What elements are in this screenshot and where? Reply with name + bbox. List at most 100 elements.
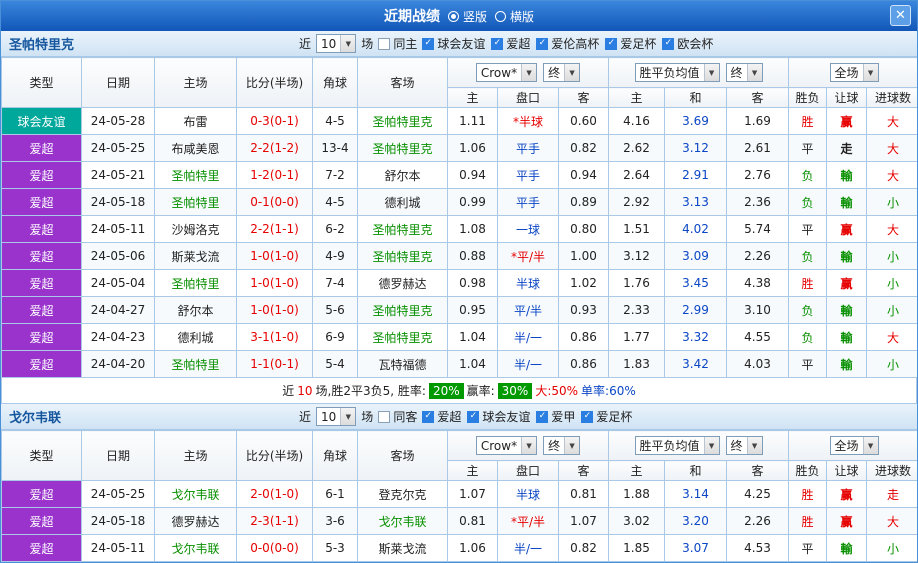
corner-cell: 4-5	[313, 189, 358, 216]
checkbox-icon[interactable]: ✓	[581, 411, 593, 423]
col-home: 主场	[155, 431, 237, 481]
league-type-cell: 爱超	[2, 297, 82, 324]
europe-away-odds: 2.26	[727, 508, 789, 535]
summary-segment: 30%	[498, 383, 533, 399]
same-venue-filter[interactable]: 同客	[378, 408, 417, 425]
home-team-cell: 斯莱戈流	[155, 243, 237, 270]
match-count-select[interactable]: 10 ▼	[316, 34, 356, 53]
league-type-cell: 爱超	[2, 243, 82, 270]
home-team-cell: 布咸美恩	[155, 135, 237, 162]
asia-odds-group: Crow* ▼ 终 ▼	[448, 431, 609, 461]
checkbox-icon[interactable]: ✓	[605, 38, 617, 50]
league-filter[interactable]: ✓爱伦高杯	[536, 35, 599, 52]
result-goals: 大	[867, 108, 918, 135]
summary-segment: 10	[297, 384, 312, 398]
asia-handicap: 半/一	[498, 535, 559, 562]
result-wdl: 平	[789, 135, 827, 162]
league-filter[interactable]: ✓爱足杯	[605, 35, 656, 52]
scope-select[interactable]: 全场 ▼	[830, 436, 879, 455]
avg-stage-select[interactable]: 终 ▼	[726, 436, 763, 455]
chevron-down-icon: ▼	[340, 35, 355, 52]
europe-away-odds: 3.10	[727, 297, 789, 324]
checkbox-icon[interactable]: ✓	[536, 38, 548, 50]
league-type-cell: 爱超	[2, 481, 82, 508]
league-filter[interactable]: ✓欧会杯	[662, 35, 713, 52]
score-cell: 2-0(1-0)	[237, 481, 313, 508]
asia-handicap: 一球	[498, 216, 559, 243]
col-asia-hcp: 盘口	[498, 88, 559, 108]
same-venue-filter[interactable]: 同主	[378, 35, 417, 52]
result-wdl: 平	[789, 351, 827, 378]
title-bar-center: 近期战绩 竖版 横版	[1, 6, 917, 26]
col-eu-away: 客	[727, 88, 789, 108]
result-wdl: 负	[789, 162, 827, 189]
layout-horizontal-radio[interactable]: 横版	[495, 8, 534, 25]
radio-unselected-icon[interactable]	[495, 11, 506, 22]
odds-stage-select[interactable]: 终 ▼	[543, 63, 580, 82]
asia-away-odds: 0.82	[559, 135, 609, 162]
date-cell: 24-05-25	[82, 135, 155, 162]
title-bar: 近期战绩 竖版 横版 ✕	[1, 1, 917, 31]
col-asia-away: 客	[559, 88, 609, 108]
odds-source-select[interactable]: Crow* ▼	[476, 63, 537, 82]
chevron-down-icon: ▼	[747, 437, 762, 454]
checkbox-icon[interactable]	[378, 38, 390, 50]
checkbox-icon[interactable]: ✓	[536, 411, 548, 423]
games-label: 场	[361, 35, 373, 52]
league-type-cell: 爱超	[2, 508, 82, 535]
home-team-cell: 德罗赫达	[155, 508, 237, 535]
result-goals: 大	[867, 508, 918, 535]
league-filter[interactable]: ✓爱超	[491, 35, 530, 52]
result-goals: 小	[867, 535, 918, 562]
asia-away-odds: 0.80	[559, 216, 609, 243]
scope-select[interactable]: 全场 ▼	[830, 63, 879, 82]
layout-vertical-radio[interactable]: 竖版	[448, 8, 487, 25]
europe-draw-odds: 2.99	[665, 297, 727, 324]
result-handicap: 走	[827, 135, 867, 162]
score-cell: 1-0(1-0)	[237, 270, 313, 297]
radio-selected-icon[interactable]	[448, 11, 459, 22]
avg-odds-select[interactable]: 胜平负均值 ▼	[635, 436, 720, 455]
team-name: 戈尔韦联	[9, 407, 299, 426]
result-goals: 大	[867, 135, 918, 162]
odds-stage-select[interactable]: 终 ▼	[543, 436, 580, 455]
avg-odds-select[interactable]: 胜平负均值 ▼	[635, 63, 720, 82]
odds-source-select[interactable]: Crow* ▼	[476, 436, 537, 455]
europe-draw-odds: 3.69	[665, 108, 727, 135]
table-row: 爱超24-05-11戈尔韦联0-0(0-0)5-3斯莱戈流1.06半/一0.82…	[2, 535, 918, 562]
corner-cell: 5-6	[313, 297, 358, 324]
table-row: 爱超24-05-18德罗赫达2-3(1-1)3-6戈尔韦联0.81*平/半1.0…	[2, 508, 918, 535]
league-filter[interactable]: ✓爱甲	[536, 408, 575, 425]
page-title: 近期战绩	[384, 6, 440, 26]
checkbox-icon[interactable]: ✓	[467, 411, 479, 423]
league-filter[interactable]: ✓球会友谊	[467, 408, 530, 425]
checkbox-icon[interactable]: ✓	[422, 38, 434, 50]
match-count-select[interactable]: 10 ▼	[316, 407, 356, 426]
home-team-cell: 圣帕特里	[155, 270, 237, 297]
filter-bar: 近 10 ▼ 场 同主 ✓球会友谊✓爱超✓爱伦高杯✓爱足杯✓欧会杯	[299, 34, 713, 53]
asia-home-odds: 0.88	[448, 243, 498, 270]
col-eu-draw: 和	[665, 461, 727, 481]
result-wdl: 平	[789, 216, 827, 243]
section-header-team1: 圣帕特里克 近 10 ▼ 场 同主 ✓球会友谊✓爱超✓爱伦高杯✓爱足杯✓欧会杯	[1, 31, 917, 57]
col-eu-home: 主	[609, 461, 665, 481]
asia-away-odds: 1.00	[559, 243, 609, 270]
result-handicap: 赢	[827, 108, 867, 135]
europe-draw-odds: 2.91	[665, 162, 727, 189]
europe-home-odds: 2.62	[609, 135, 665, 162]
asia-handicap: 平/半	[498, 297, 559, 324]
col-date: 日期	[82, 58, 155, 108]
league-filter[interactable]: ✓爱超	[422, 408, 461, 425]
league-filter[interactable]: ✓球会友谊	[422, 35, 485, 52]
europe-draw-odds: 4.02	[665, 216, 727, 243]
checkbox-icon[interactable]: ✓	[422, 411, 434, 423]
avg-stage-select[interactable]: 终 ▼	[726, 63, 763, 82]
checkbox-icon[interactable]: ✓	[491, 38, 503, 50]
checkbox-icon[interactable]: ✓	[662, 38, 674, 50]
result-handicap: 輸	[827, 189, 867, 216]
close-button[interactable]: ✕	[890, 5, 911, 26]
checkbox-icon[interactable]	[378, 411, 390, 423]
asia-away-odds: 0.60	[559, 108, 609, 135]
league-filter[interactable]: ✓爱足杯	[581, 408, 632, 425]
asia-home-odds: 1.06	[448, 135, 498, 162]
